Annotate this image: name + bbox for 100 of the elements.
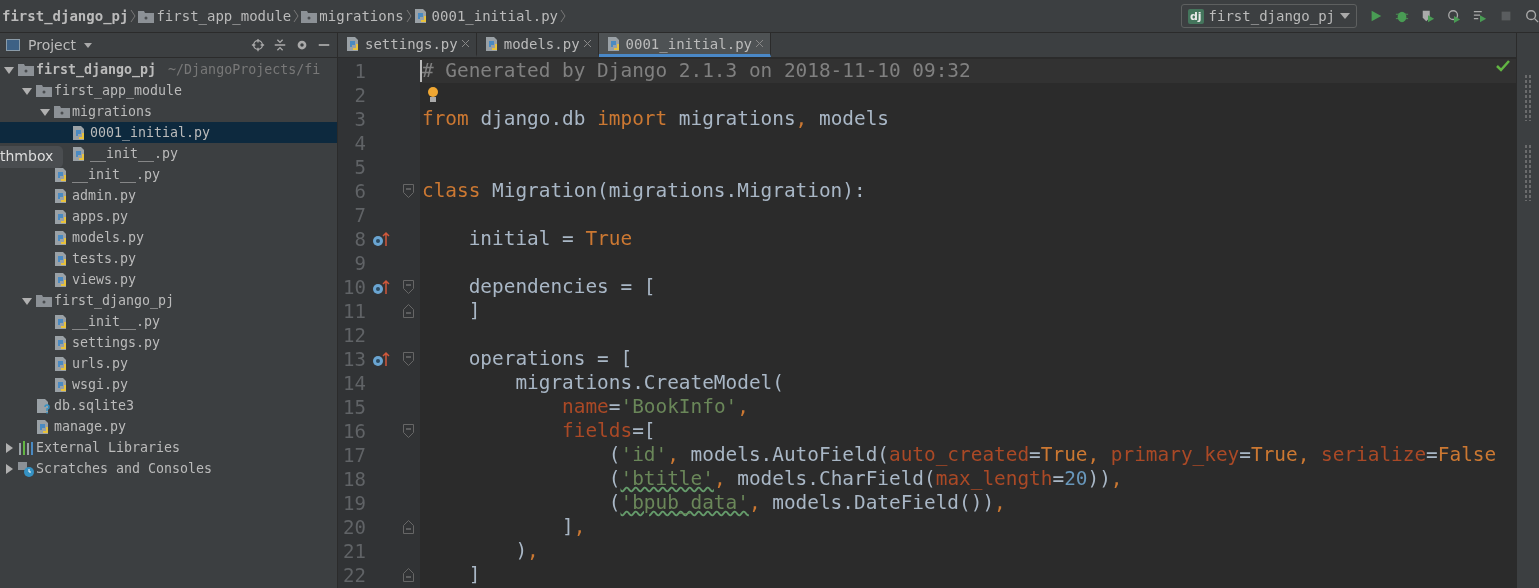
file-name: apps.py [72,209,129,224]
project-view-selector[interactable]: Project [28,37,76,53]
code-line: operations = [ [467,347,633,371]
fold-marker-icon[interactable] [402,304,414,318]
override-marker-icon[interactable] [372,351,390,367]
file-name: first_django_pj [36,62,157,77]
tree-item[interactable]: Scratches and Consoles [0,458,337,479]
code-line: ], [561,515,586,539]
code-line: from django.db import migrations, models [422,107,889,131]
tooltip: thmbox [0,146,64,168]
code-line: ] [467,563,481,587]
editor-tab[interactable]: settings.py [338,33,477,57]
concurrency-icon[interactable] [1473,8,1487,24]
folder-icon [36,84,52,97]
file-name: views.py [72,272,137,287]
tree-item[interactable]: __init__.py [0,311,337,332]
file-name: first_app_module [54,83,183,98]
settings-icon[interactable] [295,38,309,52]
run-config-dropdown[interactable]: dj first_django_pj [1180,4,1357,28]
tree-item[interactable]: wsgi.py [0,374,337,395]
code-line: initial = True [467,227,633,251]
fold-marker-icon[interactable] [402,520,414,534]
code-line: ('btitle', models.CharField(max_length=20)), [607,467,1123,491]
folder-icon [138,9,155,23]
run-icon[interactable] [1369,8,1383,24]
close-icon[interactable] [460,39,470,48]
profile-icon[interactable] [1447,8,1461,24]
tree-item[interactable]: migrations [0,101,337,122]
locate-icon[interactable] [251,38,265,52]
django-badge: dj [1187,8,1204,24]
collapse-icon[interactable] [273,38,287,52]
run-config-name: first_django_pj [1208,8,1335,24]
check-icon[interactable] [1496,60,1510,74]
tree-item[interactable]: first_django_pj [0,290,337,311]
tree-item[interactable]: models.py [0,227,337,248]
tree-item[interactable]: admin.py [0,185,337,206]
tree-item[interactable]: first_django_pj ~/DjangoProjects/fi [0,59,337,80]
code-line: dependencies = [ [467,275,656,299]
fold-marker-icon[interactable] [402,184,414,198]
caret-icon [83,42,92,48]
breadcrumb-item[interactable]: migrations [319,8,404,24]
expanded-arrow-icon[interactable] [22,295,32,306]
file-name: migrations [72,104,153,119]
panel-icon [6,39,20,51]
tree-item[interactable]: manage.py [0,416,337,437]
breadcrumb-item[interactable]: 0001_initial.py [431,8,559,24]
lightbulb-icon[interactable] [426,86,440,104]
folder-icon [301,9,318,23]
folder-icon [36,294,52,307]
fold-marker-icon[interactable] [402,280,414,294]
code-line: ('id', models.AutoField(auto_created=True, primary_key=True, serialize=False [607,443,1497,467]
chevron-icon [130,9,137,23]
code-line: name='BookInfo', [561,395,749,419]
library-icon [18,440,34,455]
tree-item[interactable]: settings.py [0,332,337,353]
tree-item[interactable]: apps.py [0,206,337,227]
file-name: tests.py [72,251,137,266]
expanded-arrow-icon[interactable] [4,64,14,75]
tree-item[interactable]: External Libraries [0,437,337,458]
coverage-icon[interactable] [1421,8,1435,24]
code-line: class Migration(migrations.Migration): [422,179,866,203]
search-icon[interactable] [1525,8,1539,24]
expanded-arrow-icon[interactable] [22,85,32,96]
override-marker-icon[interactable] [372,231,390,247]
editor-tab[interactable]: models.py [476,33,599,57]
project-path: ~/DjangoProjects/fi [168,62,321,77]
fold-marker-icon[interactable] [402,424,414,438]
chevron-icon [405,9,412,23]
breadcrumb-item[interactable]: first_app_module [156,8,292,24]
file-name: settings.py [72,335,161,350]
code-line: # Generated by Django 2.1.3 on 2018-11-10 09:32 [422,59,971,83]
file-name: __init__.py [72,167,161,182]
unknown-file-icon [36,397,52,414]
override-marker-icon[interactable] [372,279,390,295]
scratches-icon [18,460,34,477]
fold-marker-icon[interactable] [402,568,414,582]
file-name: urls.py [72,356,129,371]
code-line: fields=[ [561,419,656,443]
collapsed-arrow-icon[interactable] [4,463,14,474]
chevron-icon [560,9,567,23]
expanded-arrow-icon[interactable] [40,106,50,117]
file-name: __init__.py [90,146,179,161]
editor-tab[interactable]: 0001_initial.py [598,33,771,57]
breadcrumb-item[interactable]: first_django_pj [2,8,129,24]
folder-icon [54,105,70,118]
tree-item[interactable]: 0001_initial.py [0,122,337,143]
fold-marker-icon[interactable] [402,352,414,366]
caret-icon [1340,13,1350,19]
folder-icon [18,63,34,76]
tree-item[interactable]: views.py [0,269,337,290]
close-icon[interactable] [582,39,592,48]
file-name: Scratches and Consoles [36,461,213,476]
tree-item[interactable]: db.sqlite3 [0,395,337,416]
file-name: admin.py [72,188,137,203]
tree-item[interactable]: tests.py [0,248,337,269]
tree-item[interactable]: first_app_module [0,80,337,101]
file-name: manage.py [54,419,127,434]
collapsed-arrow-icon[interactable] [4,442,14,453]
tree-item[interactable]: urls.py [0,353,337,374]
text-caret [420,60,422,82]
